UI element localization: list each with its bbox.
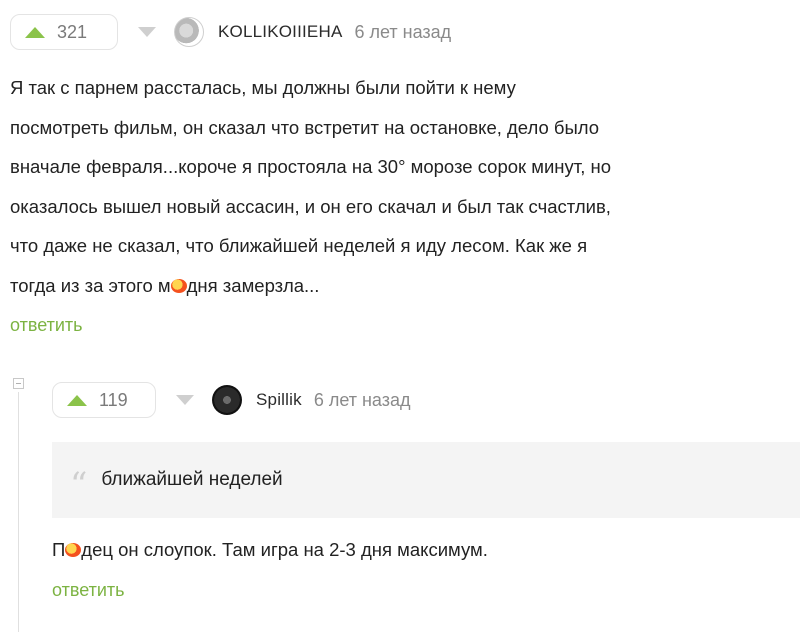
comment-text: Я так с парнем рассталась, мы должны был… (10, 68, 800, 305)
comment-line: вначале февраля...короче я простояла на … (10, 156, 611, 177)
quote-text: ближайшей неделей (101, 469, 283, 490)
comment-header: 321 KOLLIKOIIIEHA 6 лет назад (10, 12, 800, 52)
upvote-icon[interactable] (67, 394, 87, 406)
reply-link[interactable]: ответить (52, 580, 800, 601)
timestamp[interactable]: 6 лет назад (354, 22, 451, 43)
text-fragment: тогда из за этого м (10, 274, 171, 296)
rating-count: 119 (99, 389, 128, 410)
quote-block: “ ближайшей неделей (52, 442, 800, 518)
comment-2: 119 Spillik 6 лет назад “ ближайшей неде… (52, 380, 800, 601)
username[interactable]: Spillik (256, 390, 302, 410)
reply-link[interactable]: ответить (10, 315, 800, 336)
thread-line[interactable] (18, 392, 19, 632)
comment-line: посмотреть фильм, он сказал что встретит… (10, 116, 600, 138)
censor-emoji-icon (170, 278, 187, 293)
comment-header: 119 Spillik 6 лет назад (52, 380, 800, 420)
text-fragment: дец он слоупок. Там игра на 2-3 дня макс… (81, 539, 488, 560)
collapse-thread-icon[interactable] (13, 378, 24, 389)
text-fragment: П (52, 539, 66, 560)
timestamp[interactable]: 6 лет назад (314, 390, 411, 411)
quote-marks-icon: “ (70, 465, 88, 505)
comment-line: Я так с парнем рассталась, мы должны был… (10, 77, 516, 98)
comment-line: что даже не сказал, что ближайшей неделе… (10, 235, 588, 256)
censor-emoji-icon (65, 543, 82, 557)
avatar[interactable] (174, 17, 204, 47)
avatar[interactable] (212, 385, 242, 415)
username[interactable]: KOLLIKOIIIEHA (218, 22, 342, 42)
comment-1: 321 KOLLIKOIIIEHA 6 лет назад Я так с па… (10, 12, 800, 336)
text-fragment: дня замерзла... (186, 274, 320, 296)
comment-line: тогда из за этого м дня замерзла... (10, 266, 800, 306)
comment-line: оказалось вышел новый ассасин, и он его … (10, 195, 611, 217)
vote-box: 321 (10, 14, 118, 50)
vote-box: 119 (52, 382, 156, 418)
downvote-icon[interactable] (176, 395, 194, 405)
upvote-icon[interactable] (25, 26, 45, 38)
rating-count: 321 (57, 21, 88, 42)
downvote-icon[interactable] (138, 27, 156, 37)
comment-text: Пдец он слоупок. Там игра на 2-3 дня мак… (52, 534, 800, 566)
